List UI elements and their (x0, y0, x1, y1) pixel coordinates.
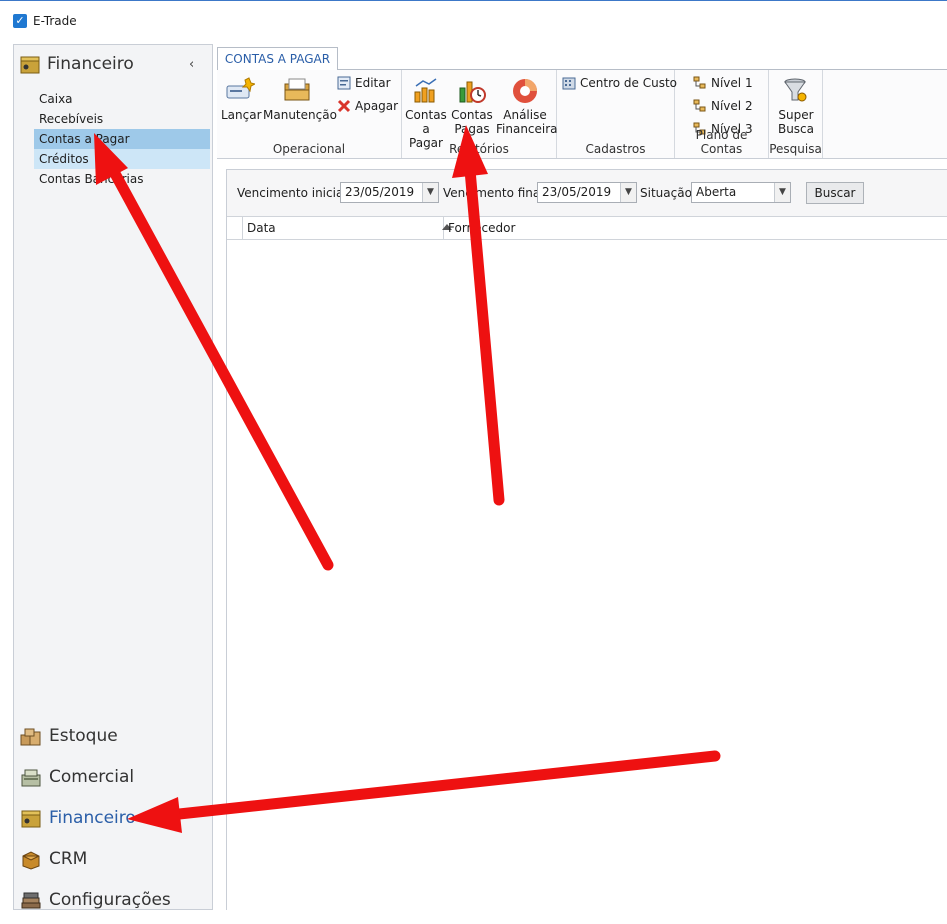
safe-icon (21, 810, 41, 828)
editar-button[interactable]: Editar (337, 76, 391, 90)
row-indicator-column (227, 217, 243, 239)
super-busca-label-2: Busca (777, 122, 815, 136)
ribbon-group-plano-de-contas: Nível 1 Nível 2 Nível 3 Plano de Contas (675, 70, 769, 158)
analise-financeira-label-1: Análise (503, 108, 547, 122)
apagar-label: Apagar (355, 99, 399, 113)
module-estoque[interactable]: Estoque (20, 719, 210, 760)
window-title: E-Trade (33, 14, 77, 28)
sidebar-item-creditos[interactable]: Créditos (34, 149, 210, 169)
venc-inicial-value: 23/05/2019 (345, 185, 415, 199)
grid-header: Data Fornecedor (227, 217, 947, 240)
editar-label: Editar (355, 76, 391, 90)
content-panel: Vencimento inicial: 23/05/2019 ▼ Vencime… (226, 169, 947, 910)
safe-icon (20, 56, 40, 74)
situacao-value: Aberta (696, 185, 737, 199)
sidebar-item-recebiveis[interactable]: Recebíveis (34, 109, 210, 129)
app-checkbox-icon: ✓ (13, 14, 27, 28)
sidebar: Financeiro ‹ Caixa Recebíveis Contas a P… (13, 44, 213, 910)
relatorio-contas-a-pagar-label-1: Contas (405, 108, 447, 122)
ribbon-group-pesquisa-label: Pesquisa (769, 142, 822, 156)
new-entry-icon (226, 77, 255, 99)
chart-clock-icon (459, 81, 486, 103)
module-comercial[interactable]: Comercial (20, 760, 210, 801)
relatorio-contas-pagas-label-2: Pagas (454, 122, 490, 136)
main-area: CONTAS A PAGAR Lançar Manutenção Editar … (217, 44, 947, 910)
module-comercial-label: Comercial (49, 767, 135, 787)
manutencao-button[interactable]: Manutenção (263, 76, 337, 122)
folder-stack-icon (284, 78, 310, 101)
column-header-fornecedor[interactable]: Fornecedor (444, 217, 947, 239)
module-crm[interactable]: CRM (20, 842, 210, 883)
module-estoque-label: Estoque (49, 726, 118, 746)
ribbon-group-relatorios: Contas a Pagar Contas Pagas Análise Fina… (402, 70, 558, 158)
venc-final-date-picker[interactable]: 23/05/2019 ▼ (537, 182, 637, 203)
ribbon-group-plano-de-contas-label: Plano de Contas (695, 128, 748, 156)
tree-icon (693, 76, 706, 89)
chevron-down-icon[interactable]: ▼ (620, 183, 636, 202)
super-busca-label-1: Super (778, 108, 814, 122)
tree-icon (693, 99, 706, 112)
ribbon-group-operacional: Lançar Manutenção Editar Apagar Operacio… (217, 70, 402, 158)
filter-bar: Vencimento inicial: 23/05/2019 ▼ Vencime… (227, 170, 947, 217)
relatorio-contas-a-pagar-button[interactable]: Contas a Pagar (404, 76, 448, 150)
module-list: Estoque Comercial Financeiro CRM Configu… (20, 719, 210, 924)
situacao-label: Situação: (640, 186, 696, 200)
ribbon: Lançar Manutenção Editar Apagar Operacio… (217, 69, 947, 159)
analise-financeira-label-2: Financeira (496, 122, 558, 136)
cash-register-icon (21, 769, 41, 787)
books-icon (21, 892, 41, 909)
sidebar-items: Caixa Recebíveis Contas a Pagar Créditos… (34, 89, 210, 189)
tab-contas-a-pagar[interactable]: CONTAS A PAGAR (217, 47, 338, 70)
venc-final-value: 23/05/2019 (542, 185, 612, 199)
nivel-1-label: Nível 1 (711, 76, 753, 90)
relatorio-contas-pagas-label-1: Contas (451, 108, 493, 122)
title-bar: ✓ E-Trade (0, 0, 947, 42)
chevron-down-icon[interactable]: ▼ (774, 183, 790, 202)
module-configuracoes-label: Configurações (49, 890, 171, 910)
ribbon-group-relatorios-label: Relatórios (449, 142, 509, 156)
donut-chart-icon (513, 79, 537, 103)
module-financeiro[interactable]: Financeiro (20, 801, 210, 842)
venc-inicial-date-picker[interactable]: 23/05/2019 ▼ (340, 182, 439, 203)
crm-box-icon (22, 851, 40, 870)
sidebar-item-caixa[interactable]: Caixa (34, 89, 210, 109)
manutencao-label: Manutenção (263, 108, 337, 122)
ribbon-group-pesquisa: Super Busca Pesquisa (769, 70, 823, 158)
nivel-1-button[interactable]: Nível 1 (693, 76, 753, 90)
centro-de-custo-label: Centro de Custo (580, 76, 677, 90)
sidebar-header-label: Financeiro (47, 54, 134, 74)
bar-chart-icon (414, 78, 437, 103)
analise-financeira-button[interactable]: Análise Financeira (496, 76, 558, 136)
boxes-icon (20, 728, 41, 746)
ribbon-group-operacional-label: Operacional (272, 142, 346, 156)
ribbon-group-cadastros-label: Cadastros (585, 142, 646, 156)
apagar-button[interactable]: Apagar (337, 99, 398, 113)
situacao-select[interactable]: Aberta ▼ (691, 182, 791, 203)
module-crm-label: CRM (49, 849, 88, 869)
buscar-button[interactable]: Buscar (806, 182, 864, 204)
nivel-2-button[interactable]: Nível 2 (693, 99, 753, 113)
nivel-2-label: Nível 2 (711, 99, 753, 113)
column-header-fornecedor-label: Fornecedor (448, 221, 516, 235)
lancar-button[interactable]: Lançar (221, 76, 262, 122)
building-icon (562, 77, 576, 90)
funnel-search-icon (784, 78, 807, 102)
centro-de-custo-button[interactable]: Centro de Custo (562, 76, 677, 90)
chevron-down-icon[interactable]: ▼ (422, 183, 438, 202)
delete-x-icon (337, 99, 351, 113)
venc-inicial-label: Vencimento inicial: (237, 186, 351, 200)
ribbon-group-cadastros: Centro de Custo Cadastros (557, 70, 677, 158)
module-financeiro-label: Financeiro (49, 808, 136, 828)
column-header-data[interactable]: Data (243, 217, 452, 239)
collapse-chevron-icon[interactable]: ‹ (189, 57, 194, 72)
relatorio-contas-pagas-button[interactable]: Contas Pagas (450, 76, 494, 136)
sidebar-item-contas-a-pagar[interactable]: Contas a Pagar (34, 129, 210, 149)
super-busca-button[interactable]: Super Busca (771, 76, 821, 136)
module-configuracoes[interactable]: Configurações (20, 883, 210, 924)
venc-final-label: Vencimento final: (443, 186, 548, 200)
edit-form-icon (337, 76, 351, 90)
column-header-data-label: Data (247, 221, 276, 235)
lancar-label: Lançar (221, 108, 262, 122)
sidebar-item-contas-bancarias[interactable]: Contas Bancárias (34, 169, 210, 189)
